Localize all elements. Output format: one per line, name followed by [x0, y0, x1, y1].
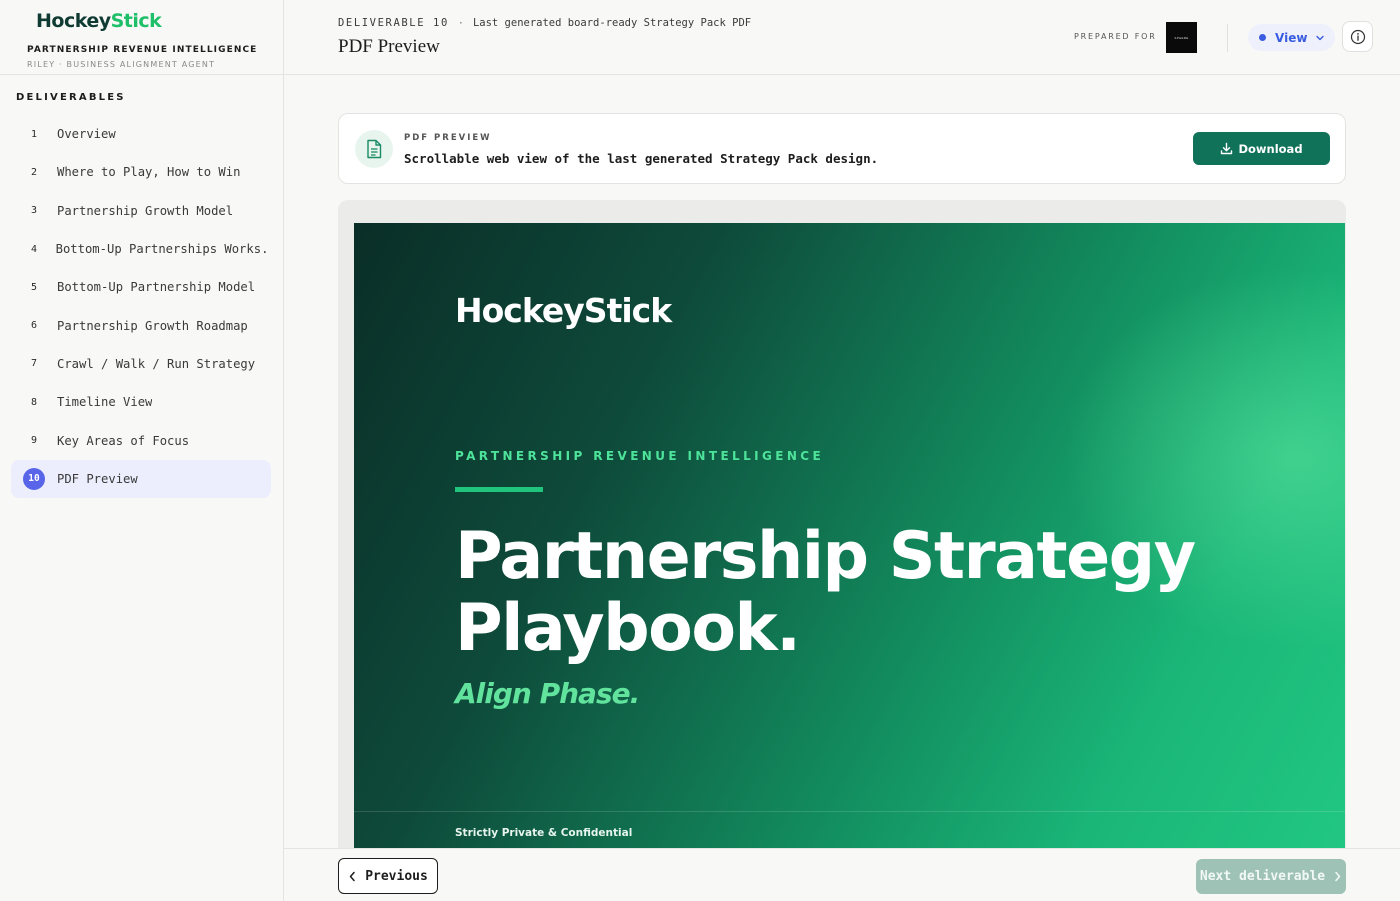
- step-number: 4: [31, 243, 38, 255]
- view-dropdown-button[interactable]: View: [1248, 24, 1335, 51]
- logo-part-1: Hockey: [36, 10, 111, 32]
- breadcrumb: DELIVERABLE 10 · Last generated board-re…: [338, 17, 751, 29]
- agent-label: RILEY · BUSINESS ALIGNMENT AGENT: [27, 60, 216, 69]
- sidebar-item-label: Partnership Growth Roadmap: [57, 318, 248, 333]
- deliverable-number: DELIVERABLE 10: [338, 17, 449, 29]
- brand-block: Hockey Stick PARTNERSHIP REVENUE INTELLIG…: [0, 0, 283, 75]
- sidebar-item-10[interactable]: 10 PDF Preview: [11, 459, 271, 498]
- sidebar-item-number: 2: [11, 167, 57, 178]
- sidebar-item-number: 4: [11, 244, 56, 255]
- hockeystick-logo[interactable]: Hockey Stick: [36, 10, 283, 34]
- cover-subtitle: Align Phase.: [455, 677, 640, 710]
- sidebar-item-9[interactable]: 9 Key Areas of Focus: [11, 421, 271, 459]
- info-button[interactable]: [1342, 21, 1373, 52]
- sidebar-item-number: 6: [11, 320, 57, 331]
- deliverables-list: 1 Overview 2 Where to Play, How to Win 3 Part…: [0, 115, 283, 498]
- cover-title: Partnership Strategy Playbook.: [455, 519, 1196, 666]
- sidebar: Hockey Stick PARTNERSHIP REVENUE INTELLIG…: [0, 0, 284, 901]
- header-divider: [1227, 24, 1228, 52]
- sidebar-item-number: 7: [11, 358, 57, 369]
- sidebar-item-6[interactable]: 6 Partnership Growth Roadmap: [11, 306, 271, 344]
- logo-part-2: Stick: [110, 10, 162, 32]
- pdf-cover-page: HockeyStick PARTNERSHIP REVENUE INTELLIG…: [354, 223, 1345, 848]
- sidebar-item-number: 9: [11, 435, 57, 446]
- sidebar-item-7[interactable]: 7 Crawl / Walk / Run Strategy: [11, 345, 271, 383]
- next-deliverable-button[interactable]: Next deliverable: [1196, 859, 1346, 894]
- sidebar-item-1[interactable]: 1 Overview: [11, 115, 271, 153]
- step-number: 2: [31, 166, 38, 178]
- download-label: Download: [1238, 141, 1303, 156]
- sidebar-item-label: Overview: [57, 127, 116, 142]
- step-number: 7: [31, 358, 38, 370]
- next-label: Next deliverable: [1199, 869, 1326, 884]
- active-step-badge: 10: [23, 467, 45, 490]
- info-icon: [1350, 29, 1365, 44]
- download-button[interactable]: Download: [1193, 132, 1330, 165]
- client-logo: SPHERE: [1166, 22, 1197, 53]
- step-number: 1: [31, 128, 38, 140]
- breadcrumb-separator: ·: [457, 17, 464, 29]
- brand-subtitle: PARTNERSHIP REVENUE INTELLIGENCE: [27, 45, 258, 55]
- download-icon: [1221, 142, 1233, 155]
- card-icon-badge: [355, 130, 393, 168]
- step-number: 6: [31, 320, 38, 332]
- prepared-for-label: PREPARED FOR: [1074, 32, 1157, 41]
- chevron-left-icon: [349, 871, 355, 881]
- page-title: PDF Preview: [338, 36, 440, 57]
- sidebar-item-label: Partnership Growth Model: [57, 203, 234, 218]
- client-logo-text: SPHERE: [1174, 35, 1189, 40]
- document-icon: [367, 139, 382, 159]
- page-footer: Previous Next deliverable: [284, 848, 1400, 901]
- chevron-down-icon: [1316, 35, 1325, 40]
- page-header: DELIVERABLE 10 · Last generated board-re…: [284, 0, 1400, 75]
- sidebar-item-4[interactable]: 4 Bottom-Up Partnerships Works...: [11, 230, 271, 268]
- sidebar-item-8[interactable]: 8 Timeline View: [11, 383, 271, 421]
- sidebar-item-number: 1: [11, 129, 57, 140]
- previous-button[interactable]: Previous: [338, 858, 438, 894]
- step-number: 8: [31, 396, 38, 408]
- chevron-right-icon: [1335, 871, 1341, 882]
- cover-kicker: PARTNERSHIP REVENUE INTELLIGENCE: [455, 449, 825, 463]
- sidebar-item-label: Bottom-Up Partnerships Works...: [55, 242, 271, 257]
- sidebar-item-number: 5: [11, 282, 57, 293]
- sidebar-item-label: PDF Preview: [57, 471, 138, 486]
- sidebar-item-number: 3: [11, 205, 57, 216]
- deliverables-heading: DELIVERABLES: [16, 92, 126, 103]
- sidebar-item-5[interactable]: 5 Bottom-Up Partnership Model: [11, 268, 271, 306]
- sidebar-item-label: Crawl / Walk / Run Strategy: [57, 356, 256, 371]
- card-kicker: PDF PREVIEW: [404, 133, 492, 143]
- cover-accent-rule: [455, 487, 543, 492]
- sidebar-item-3[interactable]: 3 Partnership Growth Model: [11, 192, 271, 230]
- sidebar-item-label: Key Areas of Focus: [57, 433, 190, 448]
- step-number: 3: [31, 205, 38, 217]
- sidebar-item-2[interactable]: 2 Where to Play, How to Win: [11, 153, 271, 191]
- sidebar-item-number: 8: [11, 397, 57, 408]
- card-description: Scrollable web view of the last generate…: [404, 151, 879, 166]
- sidebar-item-label: Bottom-Up Partnership Model: [57, 280, 256, 295]
- sidebar-item-label: Where to Play, How to Win: [57, 165, 241, 180]
- cover-logo: HockeyStick: [455, 291, 672, 330]
- pdf-viewer[interactable]: HockeyStick PARTNERSHIP REVENUE INTELLIG…: [338, 200, 1346, 848]
- step-number: 9: [31, 435, 38, 447]
- deliverable-description: Last generated board-ready Strategy Pack…: [472, 17, 752, 29]
- previous-label: Previous: [365, 868, 428, 884]
- pdf-preview-card: PDF PREVIEW Scrollable web view of the l…: [338, 113, 1346, 184]
- status-dot: [1259, 34, 1266, 41]
- view-label: View: [1275, 30, 1308, 45]
- sidebar-item-label: Timeline View: [57, 395, 153, 410]
- step-number: 5: [31, 281, 38, 293]
- sidebar-item-number: 10: [11, 467, 57, 490]
- cover-footer-divider: [354, 811, 1345, 812]
- cover-footer-text: Strictly Private & Confidential: [455, 827, 633, 839]
